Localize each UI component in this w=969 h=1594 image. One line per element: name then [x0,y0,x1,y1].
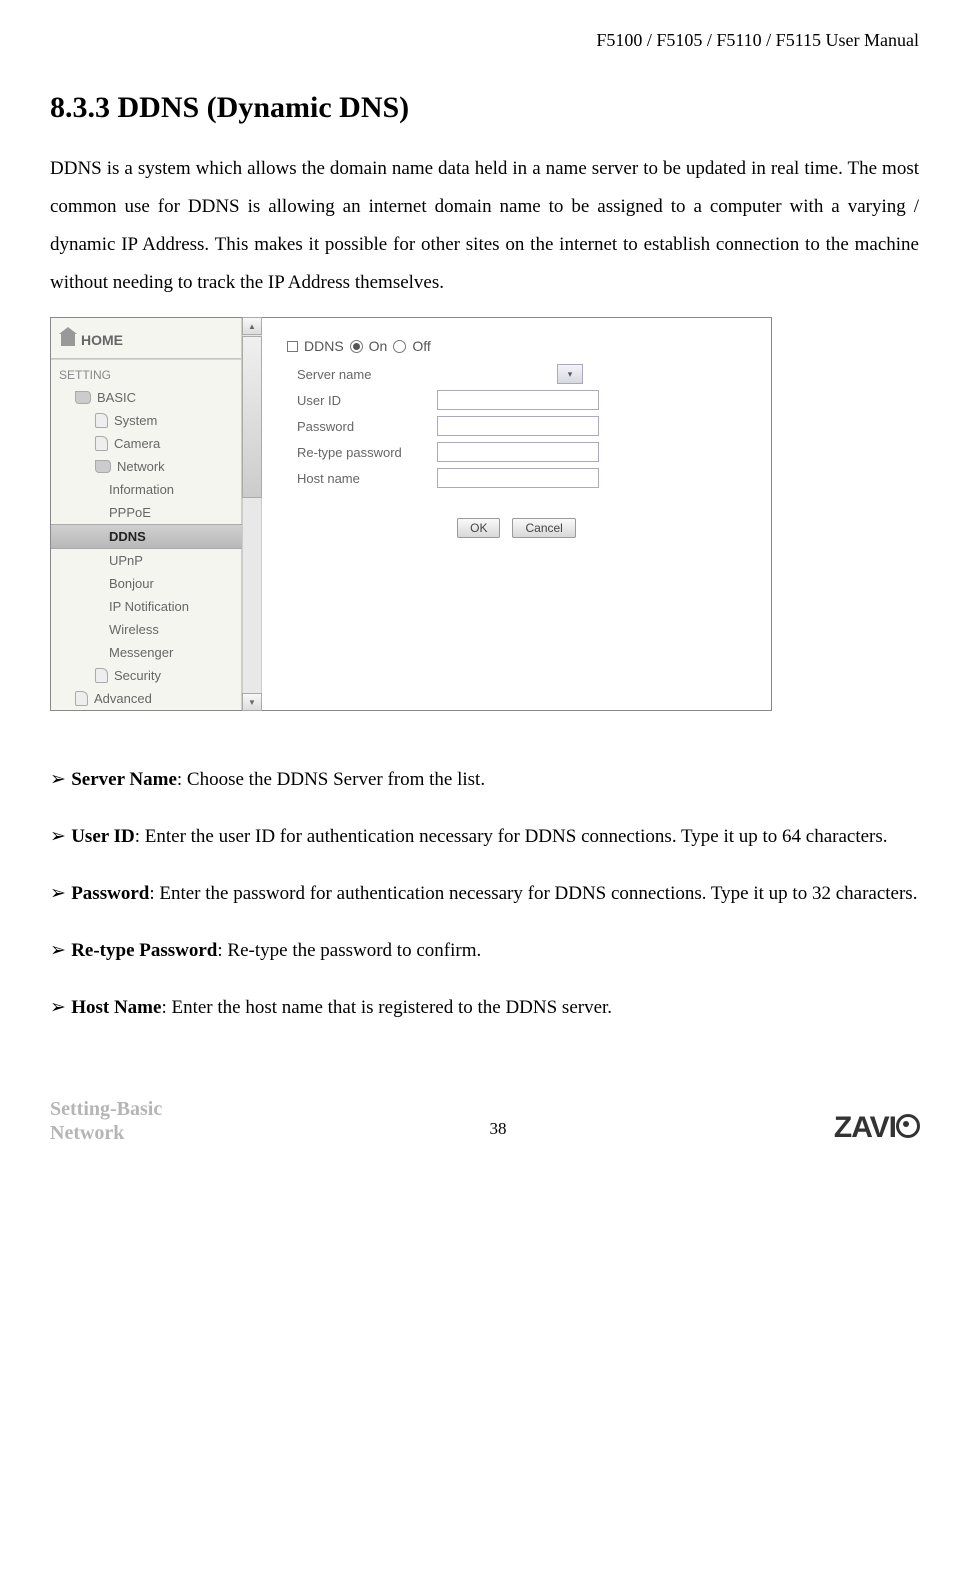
bullet-password: ➢ Password: Enter the password for authe… [50,875,919,913]
settings-sidebar: HOME SETTING BASIC System Camera Network… [51,318,242,710]
page-footer: Setting-Basic Network 38 ZAVI [50,1097,919,1145]
nav-wireless[interactable]: Wireless [51,618,241,641]
nav-system-label: System [114,413,157,428]
nav-network[interactable]: Network [51,455,241,478]
row-host-name: Host name [297,468,761,488]
nav-home-label: HOME [81,332,123,348]
nav-ddns[interactable]: DDNS [51,524,242,549]
row-password: Password [297,416,761,436]
nav-system[interactable]: System [51,409,241,432]
nav-bonjour[interactable]: Bonjour [51,572,241,595]
bullet-user-id: ➢ User ID: Enter the user ID for authent… [50,818,919,856]
scroll-handle[interactable] [242,336,262,498]
ok-button[interactable]: OK [457,518,500,538]
bullet-retype-password: ➢ Re-type Password: Re-type the password… [50,932,919,970]
nav-security[interactable]: Security [51,664,241,687]
scroll-up-icon[interactable]: ▲ [242,317,262,335]
nav-advanced[interactable]: Advanced [51,687,241,710]
form-header: DDNS On Off [272,338,761,354]
page-icon [75,691,88,706]
nav-ipnotification[interactable]: IP Notification [51,595,241,618]
nav-basic-label: BASIC [97,390,136,405]
radio-off-label: Off [412,338,430,354]
bullet-server-name: ➢ Server Name: Choose the DDNS Server fr… [50,761,919,799]
home-icon [61,334,75,346]
host-name-input[interactable] [437,468,599,488]
server-name-dropdown[interactable]: ▾ [557,364,583,384]
divider [51,358,241,360]
radio-off[interactable] [393,340,406,353]
bullet-host-name: ➢ Host Name: Enter the host name that is… [50,989,919,1027]
scrollbar[interactable]: ▲ ▼ [242,318,262,710]
nav-camera[interactable]: Camera [51,432,241,455]
brand-logo: ZAVI [834,1111,919,1145]
ddns-form: DDNS On Off Server name ▾ User ID Passwo… [262,318,771,710]
retype-password-input[interactable] [437,442,599,462]
user-id-input[interactable] [437,390,599,410]
nav-basic[interactable]: BASIC [51,386,241,409]
cancel-button[interactable]: Cancel [512,518,575,538]
row-retype-password: Re-type password [297,442,761,462]
nav-messenger[interactable]: Messenger [51,641,241,664]
section-heading: 8.3.3 DDNS (Dynamic DNS) [50,91,919,125]
row-user-id: User ID [297,390,761,410]
page-icon [95,436,108,451]
nav-advanced-label: Advanced [94,691,152,706]
page-icon [95,668,108,683]
nav-security-label: Security [114,668,161,683]
square-bullet-icon [287,341,298,352]
ui-screenshot: HOME SETTING BASIC System Camera Network… [50,317,772,711]
doc-header: F5100 / F5105 / F5110 / F5115 User Manua… [50,30,919,51]
logo-eye-icon [896,1114,920,1138]
page-number: 38 [490,1119,507,1139]
nav-home[interactable]: HOME [51,326,241,354]
nav-network-label: Network [117,459,165,474]
radio-on[interactable] [350,340,363,353]
nav-camera-label: Camera [114,436,160,451]
nav-upnp[interactable]: UPnP [51,549,241,572]
folder-icon [95,460,111,473]
form-title: DDNS [304,338,344,354]
radio-on-label: On [369,338,388,354]
intro-paragraph: DDNS is a system which allows the domain… [50,150,919,302]
folder-icon [75,391,91,404]
setting-label: SETTING [51,364,241,386]
password-input[interactable] [437,416,599,436]
page-icon [95,413,108,428]
scroll-down-icon[interactable]: ▼ [242,693,262,711]
nav-pppoe[interactable]: PPPoE [51,501,241,524]
row-server-name: Server name ▾ [297,364,761,384]
nav-information[interactable]: Information [51,478,241,501]
footer-section-path: Setting-Basic Network [50,1097,162,1145]
